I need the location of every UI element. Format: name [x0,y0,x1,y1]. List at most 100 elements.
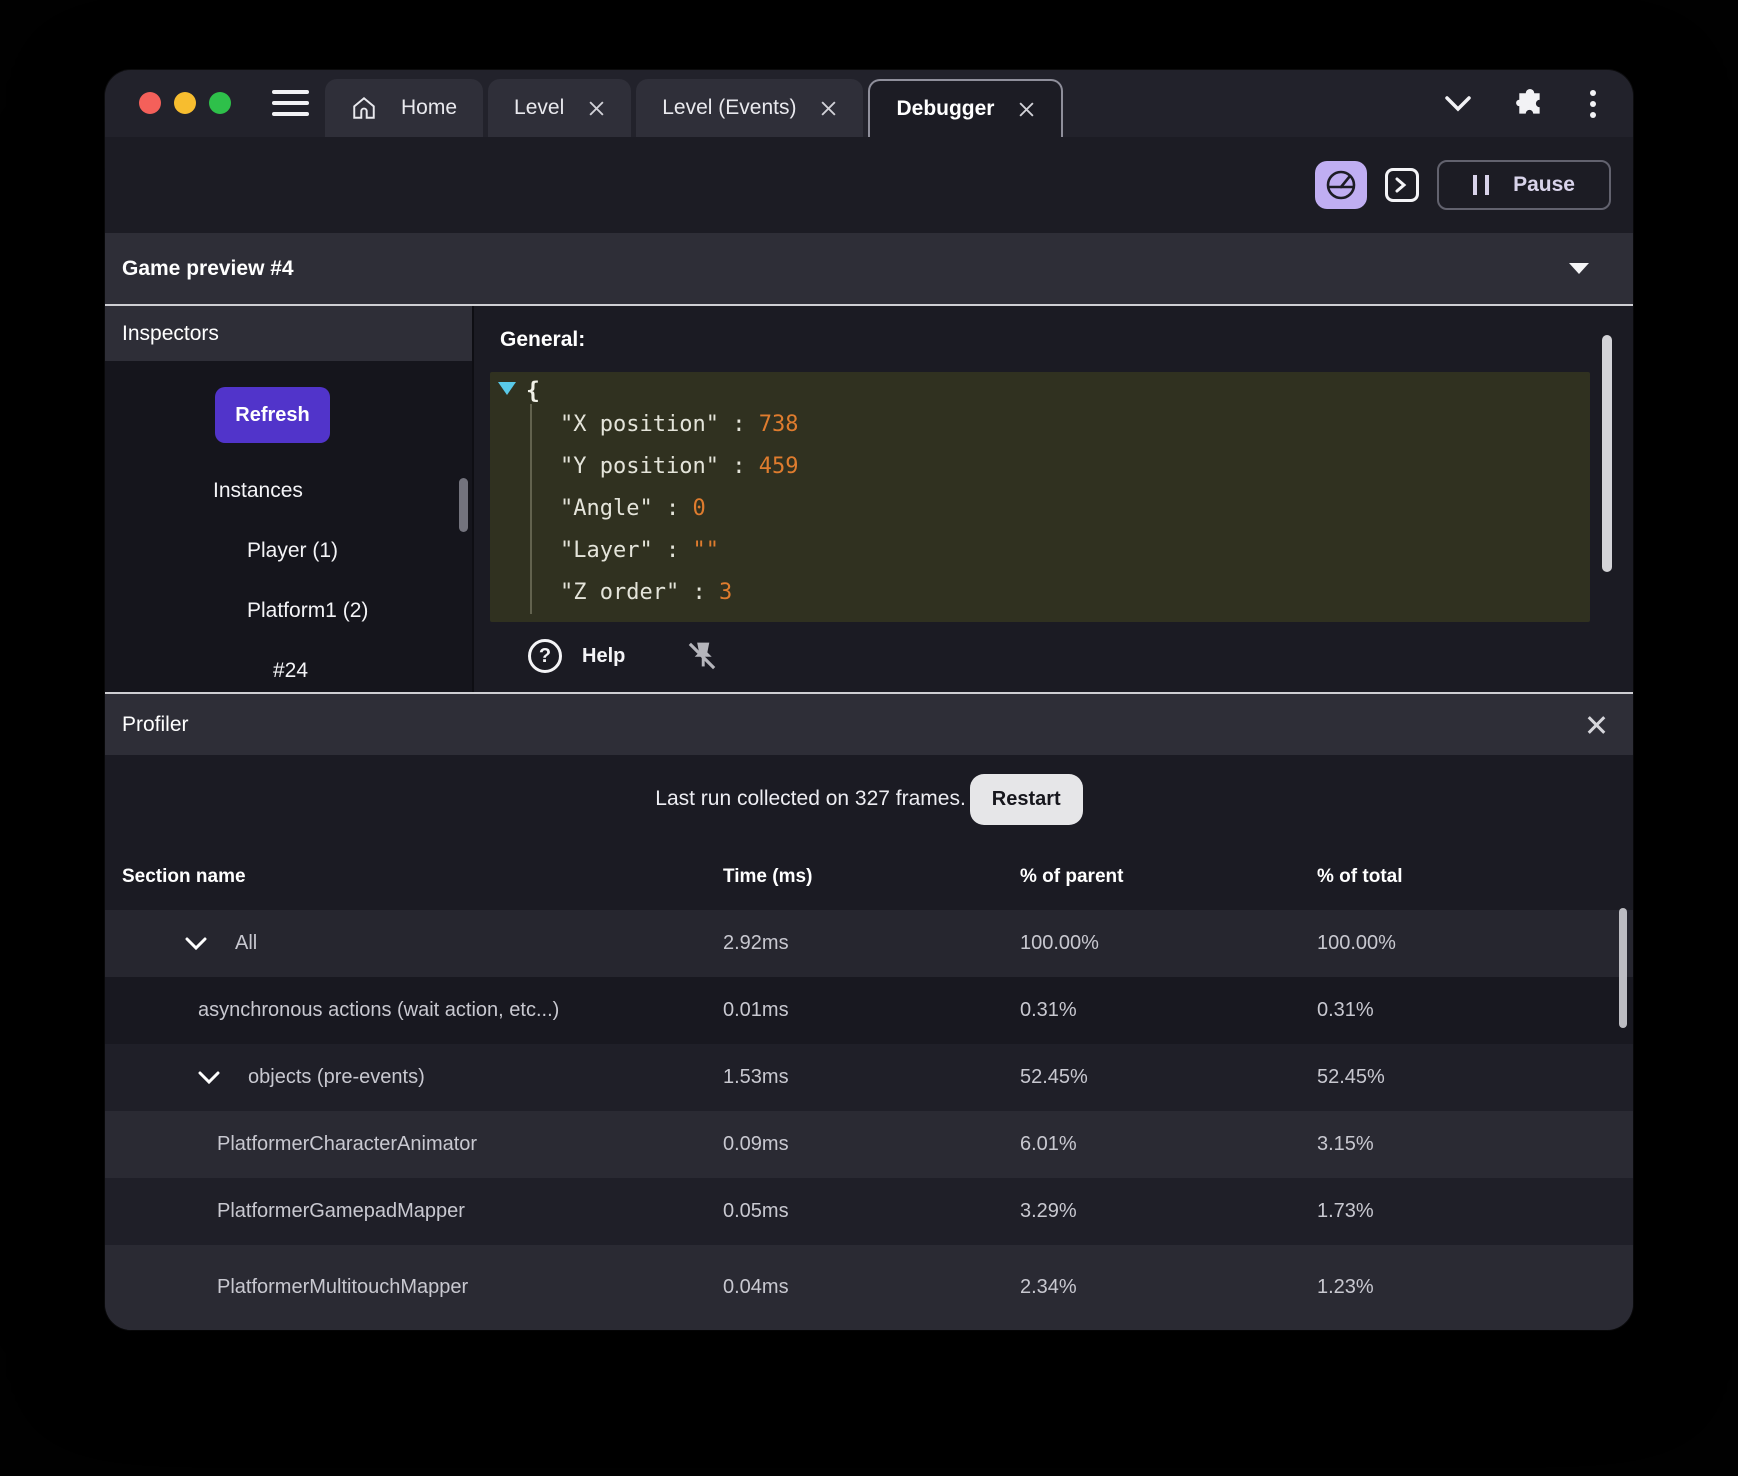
json-property-row[interactable]: "Angle" : 0 [560,488,1590,530]
section-name-label: PlatformerCharacterAnimator [217,1133,478,1155]
help-label: Help [582,644,626,667]
section-name-label: objects (pre-events) [248,1066,425,1088]
percent-of-total-cell: 100.00% [1317,932,1396,954]
profiler-table-header: Section name Time (ms) % of parent % of … [105,843,1633,910]
extensions-icon[interactable] [1515,88,1545,119]
inspectors-panel: Inspectors Refresh Instances Player (1) … [105,306,472,692]
debugger-toolbar: Pause [105,137,1633,233]
inspector-item-label: Instances [213,479,303,502]
time-cell: 0.04ms [723,1276,789,1298]
section-name-cell: All [105,932,257,955]
percent-of-total-cell: 1.23% [1317,1276,1374,1298]
refresh-button[interactable]: Refresh [215,387,330,443]
profiler-close-icon[interactable] [1585,714,1607,736]
inspector-tree-item[interactable]: Platform1 (2) [105,581,472,641]
time-cell: 2.92ms [723,932,789,954]
inspector-tree-item[interactable]: #24 [105,641,472,701]
lastrun-row: Last run collected on 327 frames. Restar… [105,755,1633,843]
table-row[interactable]: objects (pre-events) 1.53ms 52.45% 52.45… [105,1044,1633,1111]
json-lines: "X position" : 738 "Y position" : 459 "A… [530,404,1590,614]
table-row[interactable]: PlatformerGamepadMapper 0.05ms 3.29% 1.7… [105,1178,1633,1245]
inspectors-title: Inspectors [122,321,219,345]
tab-label: Debugger [896,97,995,120]
app-window: Home Level Level (Events) Debugger Pause… [105,70,1633,1330]
table-row[interactable]: asynchronous actions (wait action, etc..… [105,977,1633,1044]
column-header-time: Time (ms) [723,865,813,887]
tab-close-icon[interactable] [588,100,605,117]
console-icon [1395,177,1407,193]
time-cell: 0.05ms [723,1200,789,1222]
tab[interactable]: Level (Events) [636,79,864,137]
traffic-minimize-button[interactable] [174,92,196,114]
inspector-item-label: #24 [273,659,309,682]
row-chevron-down-icon[interactable] [198,1071,220,1084]
json-property-row[interactable]: "Z order" : 3 [560,572,1590,614]
help-icon[interactable]: ? [528,639,562,673]
percent-of-parent-cell: 52.45% [1020,1066,1088,1088]
inspector-tree-item[interactable]: Instances [105,461,472,521]
inspector-tree-item[interactable]: Player (1) [105,521,472,581]
tab[interactable]: Level [488,79,632,137]
section-name-label: asynchronous actions (wait action, etc..… [198,999,560,1021]
json-property-row[interactable]: "Y position" : 459 [560,446,1590,488]
inspector-item-label: Player (1) [247,539,339,562]
percent-of-parent-cell: 3.29% [1020,1200,1077,1222]
window-controls [139,92,231,114]
unpin-icon[interactable] [685,639,719,673]
profiler-table-rows: All 2.92ms 100.00% 100.00% asynchronous … [105,910,1633,1330]
table-scrollbar-thumb[interactable] [1619,908,1627,1028]
percent-of-total-cell: 0.31% [1317,999,1374,1021]
section-name-label: All [235,932,258,954]
titlebar: Home Level Level (Events) Debugger [105,70,1633,137]
table-row[interactable]: PlatformerMultitouchMapper 0.04ms 2.34% … [105,1245,1633,1330]
json-property-row[interactable]: "X position" : 738 [560,404,1590,446]
table-row[interactable]: All 2.92ms 100.00% 100.00% [105,910,1633,977]
json-separator: : [718,412,759,437]
pause-button-label: Pause [1513,173,1575,196]
tab[interactable]: Home [325,79,484,137]
section-name-label: PlatformerGamepadMapper [217,1200,465,1222]
console-button[interactable] [1385,168,1419,202]
json-value: 738 [758,412,799,437]
tab-close-icon[interactable] [1018,101,1035,118]
tab[interactable]: Debugger [868,79,1064,137]
column-header-parent: % of parent [1020,865,1124,887]
kebab-menu-icon[interactable] [1589,89,1597,119]
tab-close-icon[interactable] [820,100,837,117]
section-name-label: PlatformerMultitouchMapper [217,1276,469,1298]
json-viewer: { "X position" : 738 "Y position" : 459 … [490,372,1590,622]
pause-button[interactable]: Pause [1437,160,1611,210]
general-panel: General: { "X position" : 738 "Y positio… [474,306,1633,692]
row-chevron-down-icon[interactable] [185,937,207,950]
general-title: General: [500,328,586,351]
traffic-close-button[interactable] [139,92,161,114]
general-scrollbar-thumb[interactable] [1602,335,1612,572]
tab-bar: Home Level Level (Events) Debugger [325,79,1064,137]
json-property-row[interactable]: "Layer" : "" [560,530,1590,572]
percent-of-total-cell: 1.73% [1317,1200,1374,1222]
json-key: "Y position" [560,454,719,479]
titlebar-actions [1445,70,1597,137]
menu-icon[interactable] [272,90,309,116]
profiler-panel: Last run collected on 327 frames. Restar… [105,755,1633,1330]
table-row[interactable]: PlatformerCharacterAnimator 0.09ms 6.01%… [105,1111,1633,1178]
inspector-item-label: Platform1 (2) [247,599,369,622]
caret-down-icon[interactable] [1569,263,1589,274]
profiler-title: Profiler [122,712,189,736]
profiler-table: Section name Time (ms) % of parent % of … [105,843,1633,1330]
json-key: "X position" [560,412,719,437]
preview-title: Game preview #4 [122,256,294,280]
preview-header[interactable]: Game preview #4 [105,233,1633,304]
traffic-zoom-button[interactable] [209,92,231,114]
percent-of-total-cell: 52.45% [1317,1066,1385,1088]
inspectors-scrollbar-thumb[interactable] [459,478,468,532]
debugger-content: Inspectors Refresh Instances Player (1) … [105,306,1633,692]
expand-triangle-icon[interactable] [498,382,516,395]
time-cell: 0.09ms [723,1133,789,1155]
tab-label: Level (Events) [662,96,797,119]
restart-button[interactable]: Restart [969,773,1083,825]
chevron-down-icon[interactable] [1445,95,1471,112]
inspectors-header: Inspectors [105,306,472,361]
profiler-toggle-button[interactable] [1315,161,1367,209]
help-row: ? Help [528,636,719,676]
